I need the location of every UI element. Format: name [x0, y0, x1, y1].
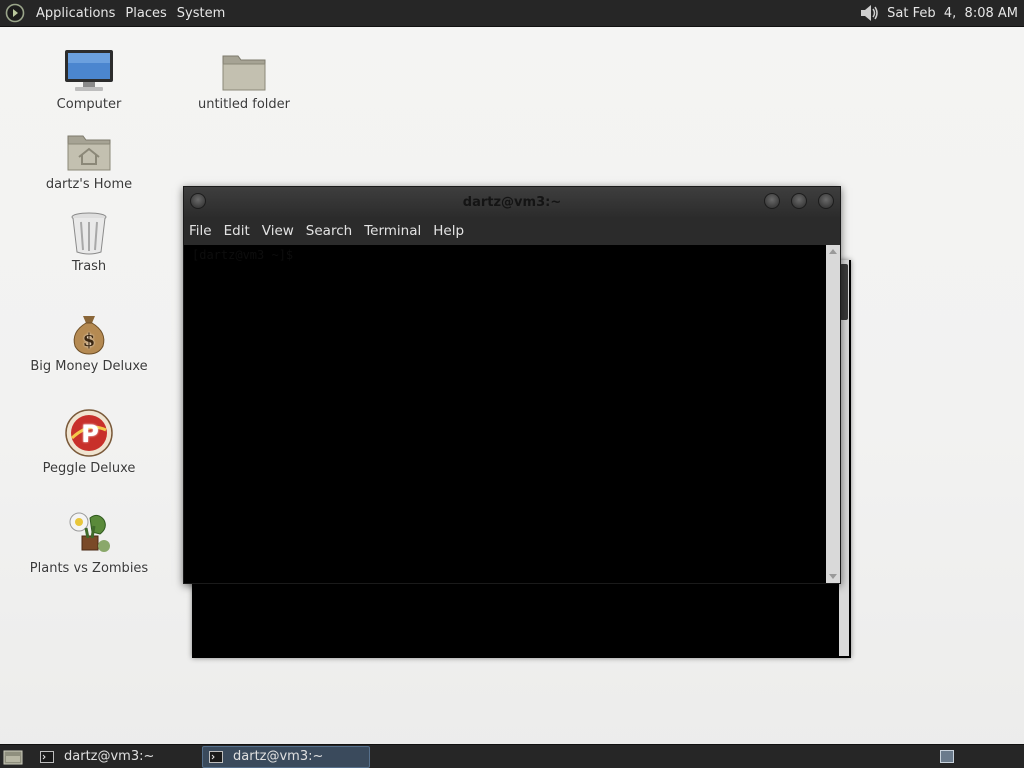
top-panel: Applications Places System Sat Feb 4, 8:… [0, 0, 1024, 27]
peggle-icon: P [65, 409, 113, 457]
money-bag-icon: $ [73, 316, 105, 355]
desktop-icon-label: Plants vs Zombies [29, 561, 149, 576]
desktop-icon-label: Big Money Deluxe [30, 359, 148, 374]
taskbar-item-active[interactable]: dartz@vm3:~ [202, 745, 370, 768]
desktop-icon-label: dartz's Home [45, 177, 133, 192]
system-menu[interactable]: System [172, 6, 230, 21]
desktop-icon-trash[interactable]: Trash [29, 210, 149, 274]
desktop-icon-label: Peggle Deluxe [42, 461, 136, 476]
menu-file[interactable]: File [184, 223, 218, 239]
speaker-volume-icon[interactable] [858, 3, 880, 23]
trash-icon [71, 212, 107, 255]
desktop-icon-home[interactable]: dartz's Home [29, 128, 149, 192]
workspace-switcher[interactable] [940, 750, 954, 763]
places-menu[interactable]: Places [120, 6, 171, 21]
menu-search[interactable]: Search [300, 223, 358, 239]
desktop-icon-peggle[interactable]: P Peggle Deluxe [29, 408, 149, 476]
taskbar-item-label: dartz@vm3:~ [233, 749, 324, 764]
window-title: dartz@vm3:~ [462, 194, 562, 210]
desktop-icon-label: Computer [56, 97, 122, 112]
applications-menu[interactable]: Applications [31, 6, 120, 21]
desktop-icon-computer[interactable]: Computer [29, 48, 149, 112]
terminal-icon [209, 750, 223, 763]
top-panel-tray: Sat Feb 4, 8:08 AM [858, 3, 1024, 23]
menu-terminal[interactable]: Terminal [358, 223, 427, 239]
desktop-icon-big-money[interactable]: $ Big Money Deluxe [29, 310, 149, 374]
titlebar[interactable]: dartz@vm3:~ [184, 187, 840, 217]
taskbar-item[interactable]: dartz@vm3:~ [34, 746, 200, 768]
desktop-icon-plants-vs-zombies[interactable]: Plants vs Zombies [29, 508, 149, 576]
desktop-icon-label: untitled folder [197, 97, 290, 112]
maximize-button[interactable] [791, 193, 807, 209]
desktop-icon-label: Trash [71, 259, 107, 274]
folder-icon [222, 55, 266, 91]
plants-vs-zombies-icon [69, 512, 110, 552]
terminal-icon [40, 750, 54, 763]
home-folder-icon [67, 135, 111, 171]
scrollbar-thumb[interactable] [840, 264, 848, 320]
terminal-window[interactable]: dartz@vm3:~ File Edit View Search Termin… [183, 186, 841, 584]
svg-text:$: $ [83, 330, 96, 351]
bottom-panel: dartz@vm3:~ dartz@vm3:~ [0, 744, 1024, 768]
window-menu-button[interactable] [190, 193, 206, 209]
scrollbar[interactable] [826, 245, 840, 583]
close-button[interactable] [818, 193, 834, 209]
scroll-down-icon[interactable] [829, 574, 837, 579]
menu-edit[interactable]: Edit [218, 223, 256, 239]
terminal-menubar: File Edit View Search Terminal Help [184, 217, 840, 246]
terminal-output[interactable]: [dartz@vm3 ~]$ [184, 245, 826, 583]
svg-text:P: P [81, 420, 99, 448]
minimize-button[interactable] [764, 193, 780, 209]
scroll-up-icon[interactable] [829, 249, 837, 254]
desktop-icon-untitled-folder[interactable]: untitled folder [184, 48, 304, 112]
terminal-prompt: [dartz@vm3 ~]$ [192, 248, 294, 262]
show-desktop-icon[interactable] [3, 748, 23, 766]
taskbar-item-label: dartz@vm3:~ [64, 749, 155, 764]
gnome-foot-icon[interactable] [5, 3, 25, 23]
menu-view[interactable]: View [256, 223, 300, 239]
computer-monitor-icon [65, 50, 113, 91]
menu-help[interactable]: Help [427, 223, 470, 239]
clock[interactable]: Sat Feb 4, 8:08 AM [887, 6, 1018, 21]
